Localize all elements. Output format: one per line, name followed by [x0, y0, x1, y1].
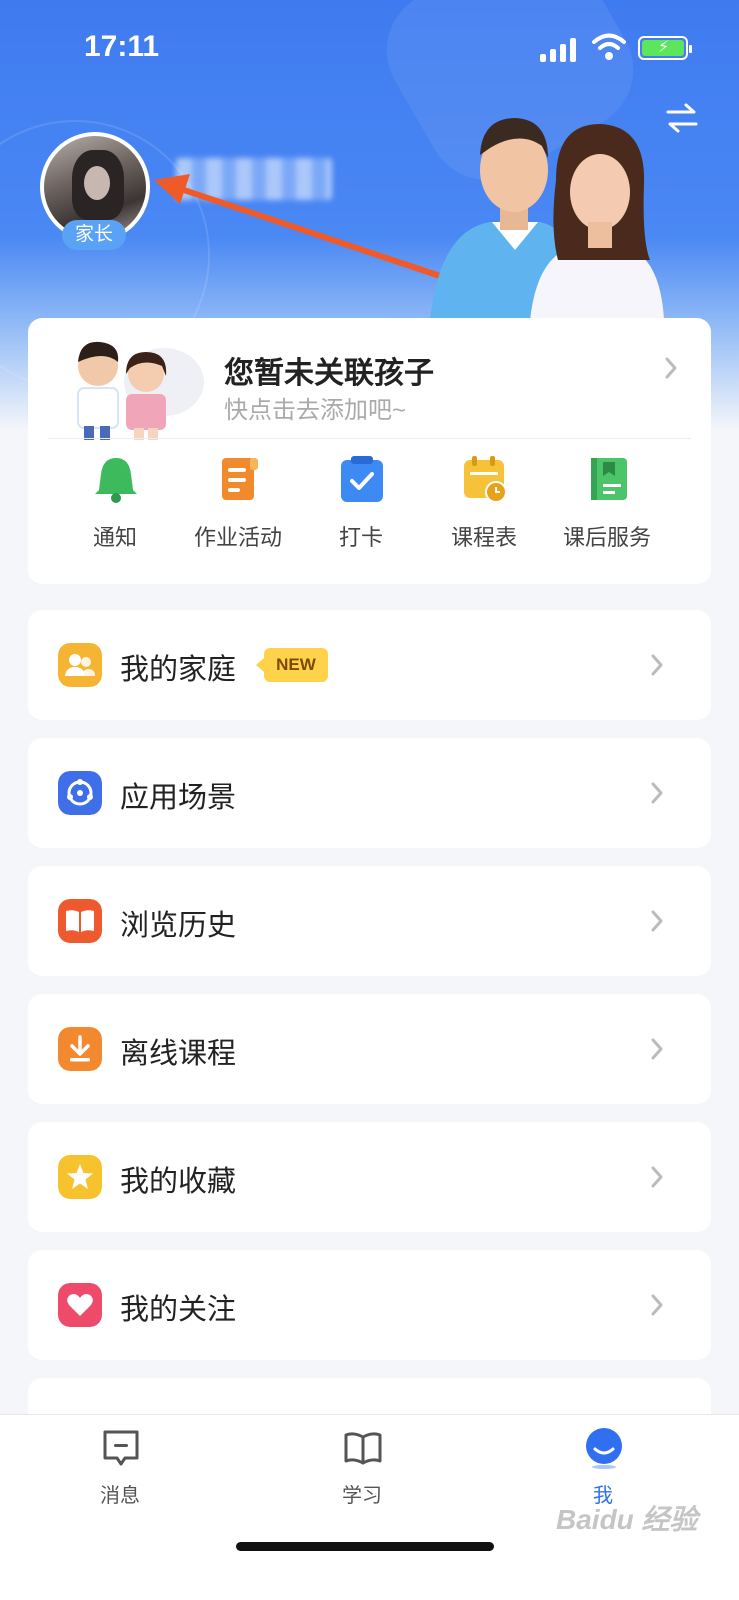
parents-illustration	[430, 118, 664, 320]
menu-label: 离线课程	[120, 1038, 237, 1070]
tab-label: 消息	[100, 1485, 140, 1507]
wifi-icon	[592, 33, 626, 60]
shortcut-homework[interactable]: 作业活动	[173, 446, 303, 576]
chevron-right-icon	[651, 782, 663, 804]
star-icon	[58, 1155, 102, 1199]
annotation-arrow-icon	[154, 174, 449, 281]
status-bar: 17:11 ⚡	[0, 0, 739, 96]
shortcut-label: 课程表	[450, 525, 517, 550]
shortcut-label: 通知	[92, 525, 137, 550]
profile-icon	[586, 1428, 622, 1469]
tab-label: 学习	[342, 1485, 382, 1507]
shortcut-after-school[interactable]: 课后服务	[542, 446, 672, 576]
role-badge: 家长	[62, 220, 126, 250]
schedule-icon	[464, 456, 507, 503]
battery-icon: ⚡	[638, 36, 692, 60]
shortcut-label: 打卡	[338, 525, 383, 550]
menu-label: 我的关注	[120, 1294, 237, 1326]
heart-icon	[58, 1283, 102, 1327]
menu-my-follows[interactable]: 我的关注	[28, 1250, 711, 1360]
chevron-right-icon	[665, 357, 677, 379]
chevron-right-icon	[651, 1166, 663, 1188]
after-school-book-icon	[591, 458, 627, 500]
chevron-right-icon	[651, 654, 663, 676]
menu-my-family[interactable]: 我的家庭 NEW	[28, 610, 711, 720]
book-icon	[344, 1432, 382, 1465]
watermark: Baidu 经验	[556, 1504, 698, 1535]
bell-icon	[95, 458, 137, 503]
link-child-card[interactable]: 您暂未关联孩子 快点击去添加吧~ 通知 作业活动 打卡 课程表 课后服务	[28, 318, 711, 584]
tab-study[interactable]: 学习	[292, 1415, 432, 1515]
menu-label: 应用场景	[120, 782, 237, 814]
chevron-right-icon	[651, 1294, 663, 1316]
chevron-right-icon	[651, 910, 663, 932]
menu-browse-history[interactable]: 浏览历史	[28, 866, 711, 976]
menu-offline-courses[interactable]: 离线课程	[28, 994, 711, 1104]
home-indicator[interactable]	[236, 1542, 494, 1551]
shortcut-checkin[interactable]: 打卡	[296, 446, 426, 576]
children-illustration	[77, 341, 204, 440]
checkin-calendar-icon	[341, 456, 383, 502]
shortcut-notification[interactable]: 通知	[50, 446, 180, 576]
scenario-icon	[58, 771, 102, 815]
child-card-title: 您暂未关联孩子	[224, 357, 434, 390]
shortcut-label: 课后服务	[562, 525, 651, 550]
menu-label: 我的家庭	[120, 654, 237, 686]
history-book-icon	[58, 899, 102, 943]
shortcut-grid: 通知 作业活动 打卡 课程表 课后服务	[28, 446, 711, 576]
download-icon	[58, 1027, 102, 1071]
menu-label: 我的收藏	[120, 1166, 237, 1198]
child-card-subtitle: 快点击去添加吧~	[224, 397, 407, 424]
tab-messages[interactable]: 消息	[50, 1415, 190, 1515]
family-icon	[58, 643, 102, 687]
shortcut-schedule[interactable]: 课程表	[419, 446, 549, 576]
cellular-signal-icon	[540, 36, 578, 62]
chevron-right-icon	[651, 1038, 663, 1060]
message-icon	[103, 1430, 139, 1466]
status-time: 17:11	[84, 30, 160, 63]
menu-app-scenarios[interactable]: 应用场景	[28, 738, 711, 848]
menu-label: 浏览历史	[120, 910, 237, 942]
homework-scroll-icon	[222, 458, 258, 500]
new-badge: NEW	[256, 648, 328, 682]
shortcut-label: 作业活动	[193, 525, 282, 550]
menu-my-favorites[interactable]: 我的收藏	[28, 1122, 711, 1232]
divider	[48, 438, 691, 439]
